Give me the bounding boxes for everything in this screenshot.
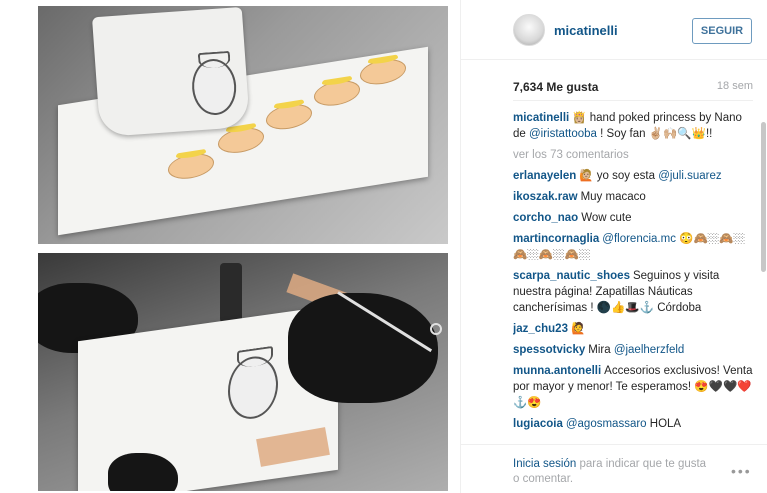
princess-emoji-sticker bbox=[314, 77, 360, 109]
comment-text: 🙋 bbox=[570, 323, 586, 335]
comment-item: corcho_nao Wow cute bbox=[513, 210, 753, 226]
comment-mention[interactable]: @juli.suarez bbox=[658, 170, 721, 182]
princess-emoji-sticker bbox=[218, 124, 264, 156]
divider bbox=[513, 100, 753, 101]
post-image-top bbox=[38, 6, 448, 244]
princess-emoji-sticker bbox=[360, 56, 406, 88]
princess-emoji-sticker bbox=[266, 101, 312, 133]
princess-sketch bbox=[228, 353, 278, 423]
post-age[interactable]: 18 sem bbox=[717, 80, 753, 92]
comment-username[interactable]: corcho_nao bbox=[513, 212, 578, 224]
comment-item: erlanayelen 🙋🏼 yo soy esta @juli.suarez bbox=[513, 168, 753, 184]
princess-sketch bbox=[190, 57, 239, 117]
comment-text: Muy macaco bbox=[580, 191, 646, 203]
username-link[interactable]: micatinelli bbox=[554, 23, 618, 38]
comment-item: ikoszak.raw Muy macaco bbox=[513, 189, 753, 205]
comment-text: HOLA bbox=[646, 418, 682, 430]
likes-count[interactable]: 7,634 Me gusta bbox=[513, 80, 598, 94]
view-all-comments-link[interactable]: ver los 73 comentarios bbox=[513, 147, 753, 163]
comments-scrollbar[interactable] bbox=[761, 110, 766, 440]
post-image-bottom bbox=[38, 253, 448, 491]
scrollbar-thumb[interactable] bbox=[761, 122, 766, 272]
comment-text: Mira bbox=[588, 344, 614, 356]
follow-button[interactable]: SEGUIR bbox=[692, 18, 752, 44]
login-link[interactable]: Inicia sesión bbox=[513, 458, 576, 470]
comment-username[interactable]: spessotvicky bbox=[513, 344, 585, 356]
comment-text: Wow cute bbox=[581, 212, 632, 224]
more-options-icon[interactable]: ••• bbox=[731, 463, 752, 479]
comment-username[interactable]: scarpa_nautic_shoes bbox=[513, 270, 630, 282]
comment-item: jaz_chu23 🙋 bbox=[513, 321, 753, 337]
comment-item: scarpa_nautic_shoes Seguinos y visita nue… bbox=[513, 268, 753, 316]
paper-cup bbox=[91, 6, 251, 138]
comment-item: martincornaglia @florencia.mc 😳🙈🏼🙈🏼🙈🏼🙈🏼🙈🏼 bbox=[513, 231, 753, 263]
comment-item: lugiacoia @agosmassaro HOLA bbox=[513, 416, 753, 432]
login-prompt: Inicia sesión para indicar que te gusta … bbox=[513, 457, 713, 487]
princess-emoji-sticker bbox=[168, 150, 214, 182]
comment-item: spessotvicky Mira @jaelherzfeld bbox=[513, 342, 753, 358]
caption: micatinelli 👸🏼 hand poked princess by Nan… bbox=[513, 110, 753, 142]
comment-username[interactable]: munna.antonelli bbox=[513, 365, 601, 377]
post-side-panel: micatinelli SEGUIR 7,634 Me gusta 18 sem… bbox=[460, 0, 767, 493]
comment-mention[interactable]: @jaelherzfeld bbox=[614, 344, 685, 356]
comment-mention[interactable]: @florencia.mc bbox=[602, 233, 676, 245]
comment-username[interactable]: martincornaglia bbox=[513, 233, 599, 245]
post-header: micatinelli SEGUIR bbox=[461, 0, 767, 60]
comment-username[interactable]: jaz_chu23 bbox=[513, 323, 568, 335]
avatar[interactable] bbox=[513, 14, 545, 46]
comment-text: 🙋🏼 yo soy esta bbox=[579, 170, 659, 182]
comments-list: micatinelli 👸🏼 hand poked princess by Nan… bbox=[513, 110, 753, 440]
caption-mention[interactable]: @iristattooba bbox=[529, 128, 597, 140]
comment-item: munna.antonelli Accesorios exclusivos! Ve… bbox=[513, 363, 753, 411]
ink-bottle bbox=[220, 263, 242, 323]
post-footer: Inicia sesión para indicar que te gusta … bbox=[461, 444, 767, 493]
caption-text-end: ! Soy fan ✌🏼🙌🏼🔍👑!! bbox=[596, 128, 713, 140]
likes-row: 7,634 Me gusta 18 sem bbox=[513, 80, 753, 94]
comment-username[interactable]: lugiacoia bbox=[513, 418, 563, 430]
tattoo-needle-loop bbox=[430, 323, 442, 335]
comment-username[interactable]: ikoszak.raw bbox=[513, 191, 578, 203]
comment-username[interactable]: erlanayelen bbox=[513, 170, 576, 182]
caption-username[interactable]: micatinelli bbox=[513, 112, 569, 124]
comment-mention[interactable]: @agosmassaro bbox=[566, 418, 647, 430]
